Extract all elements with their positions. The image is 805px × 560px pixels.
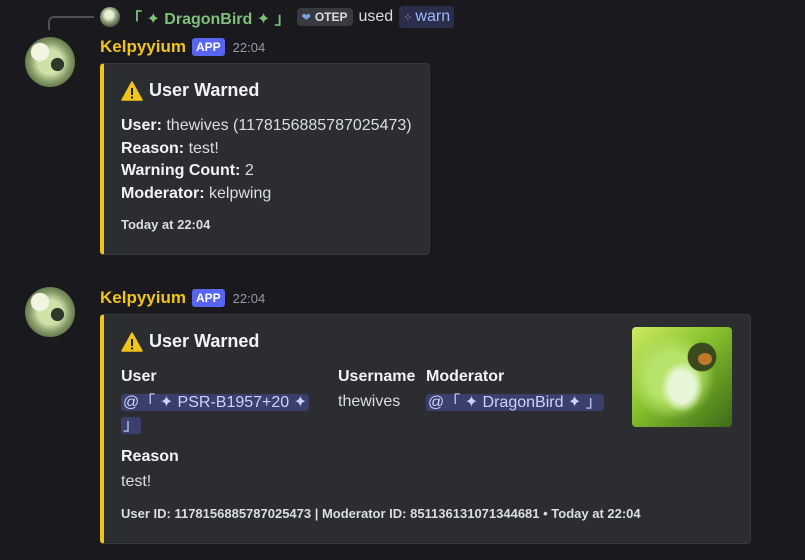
message-header: Kelpyyium APP 22:04	[100, 35, 265, 59]
guild-tag[interactable]: ❤ OTEP	[296, 8, 353, 26]
command-icon: ⁘	[403, 11, 412, 24]
field-username-value: thewives	[338, 393, 401, 410]
field-value: 2	[240, 162, 254, 179]
slash-command[interactable]: ⁘ warn	[399, 6, 455, 28]
warning-icon	[121, 331, 143, 352]
embed-card: User Warned User @「 ✦ PSR-B1957+20 ✦ 」 U…	[100, 314, 751, 544]
dragon-thumbnail[interactable]	[632, 327, 732, 427]
embed-title-text: User Warned	[149, 80, 260, 100]
field-user-value: @「 ✦ PSR-B1957+20 ✦ 」	[121, 391, 310, 437]
author-name[interactable]: Kelpyyium	[100, 288, 186, 308]
embed-title: User Warned	[121, 80, 259, 101]
field-moderator-name: Moderator	[426, 368, 505, 385]
field-value: kelpwing	[204, 185, 272, 202]
reply-author-name[interactable]: 「 ✦ DragonBird ✦ 」	[126, 5, 291, 29]
timestamp[interactable]: 22:04	[233, 291, 266, 306]
heart-icon: ❤	[301, 11, 311, 24]
field-reason-value: test!	[121, 473, 152, 490]
warning-icon	[121, 80, 143, 101]
field-label: Reason:	[121, 140, 185, 157]
field-user-name: User	[121, 368, 157, 385]
moderator-mention[interactable]: @「 ✦ DragonBird ✦ 」	[426, 394, 604, 411]
app-badge: APP	[191, 38, 225, 56]
embed-footer: User ID: 1178156885787025473 | Moderator…	[121, 506, 641, 521]
moth-icon	[698, 353, 712, 365]
app-badge: APP	[191, 289, 225, 307]
field-label: Warning Count:	[121, 162, 241, 179]
author-name[interactable]: Kelpyyium	[100, 37, 186, 57]
command-name: warn	[415, 8, 451, 25]
field-username-name: Username	[338, 368, 416, 385]
warning-count-line: Warning Count: 2	[121, 162, 254, 180]
reason-line: Reason: test!	[121, 140, 219, 158]
user-mention-cont[interactable]: 」	[121, 417, 142, 434]
guild-tag-label: OTEP	[314, 10, 348, 24]
embed-title-text: User Warned	[149, 331, 260, 351]
moderator-line: Moderator: kelpwing	[121, 185, 271, 203]
reply-spine	[48, 16, 94, 30]
user-mention[interactable]: @「 ✦ PSR-B1957+20 ✦	[121, 394, 310, 411]
field-label: User:	[121, 117, 162, 134]
command-reply: 「 ✦ DragonBird ✦ 」 ❤ OTEP used ⁘ warn	[126, 5, 455, 29]
embed-card: User Warned User: thewives (117815688578…	[100, 63, 430, 255]
used-label: used	[358, 8, 394, 25]
message-header: Kelpyyium APP 22:04	[100, 286, 265, 310]
field-label: Moderator:	[121, 185, 205, 202]
reply-avatar[interactable]	[100, 7, 120, 27]
field-reason-name: Reason	[121, 448, 179, 465]
field-value: thewives (1178156885787025473)	[161, 117, 412, 134]
timestamp[interactable]: 22:04	[233, 40, 266, 55]
avatar[interactable]	[25, 287, 75, 337]
field-value: test!	[184, 140, 219, 157]
embed-title: User Warned	[121, 331, 259, 352]
avatar[interactable]	[25, 37, 75, 87]
field-moderator-value: @「 ✦ DragonBird ✦ 」	[426, 391, 604, 414]
user-line: User: thewives (1178156885787025473)	[121, 117, 412, 135]
embed-footer: Today at 22:04	[121, 217, 211, 232]
